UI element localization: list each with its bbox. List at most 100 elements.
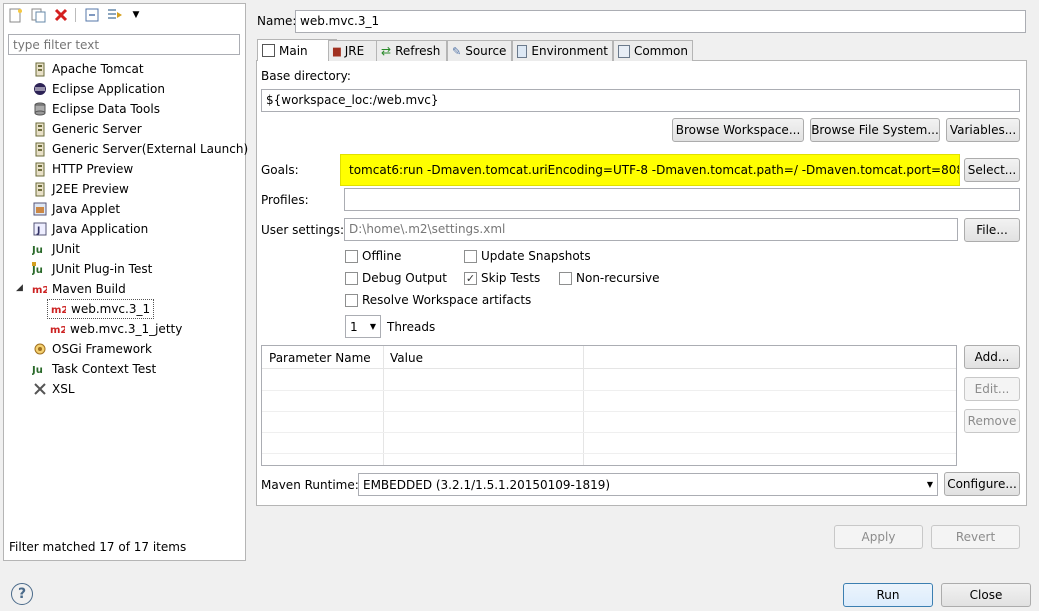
threads-label: Threads <box>387 320 436 334</box>
variables-button[interactable]: Variables... <box>946 118 1020 142</box>
value-header[interactable]: Value <box>390 351 423 365</box>
tree-item-label: OSGi Framework <box>52 342 152 356</box>
tree-item[interactable]: Generic Server(External Launch) <box>32 139 248 159</box>
browse-filesystem-button[interactable]: Browse File System... <box>810 118 940 142</box>
svg-text:m2: m2 <box>51 305 66 315</box>
base-dir-field[interactable]: ${workspace_loc:/web.mvc} <box>261 89 1020 112</box>
resolve-workspace-box[interactable] <box>345 293 358 307</box>
maven-icon: m2 <box>32 282 47 297</box>
configure-button[interactable]: Configure... <box>944 472 1020 496</box>
non-recursive-checkbox[interactable]: Non-recursive <box>559 271 660 285</box>
tree-item[interactable]: J2EE Preview <box>32 179 129 199</box>
row-divider <box>262 390 956 391</box>
tree-item[interactable]: OSGi Framework <box>32 339 152 359</box>
tree-item[interactable]: Eclipse Data Tools <box>32 99 160 119</box>
svg-text:m2: m2 <box>32 285 47 295</box>
threads-select[interactable]: 1 ▼ <box>345 315 381 338</box>
java-app-icon: J <box>32 222 47 237</box>
tree-item-label: Eclipse Application <box>52 82 165 96</box>
environment-tab-icon <box>517 44 528 58</box>
apply-button[interactable]: Apply <box>834 525 923 549</box>
server-icon <box>32 62 47 77</box>
tree-item[interactable]: Ju JUnit <box>32 239 80 259</box>
eclipse-icon <box>32 82 47 97</box>
debug-output-box[interactable] <box>345 271 358 285</box>
tree-item[interactable]: Eclipse Application <box>32 79 165 99</box>
file-button[interactable]: File... <box>964 218 1020 242</box>
source-tab-icon: ✎ <box>452 44 462 58</box>
user-settings-field[interactable]: D:\home\.m2\settings.xml <box>344 218 958 241</box>
tree-item[interactable]: Ju JUnit Plug-in Test <box>32 259 152 279</box>
row-divider <box>262 453 956 454</box>
svg-text:J: J <box>36 226 40 236</box>
junit-icon: Ju <box>32 362 47 377</box>
tree-item-label: web.mvc.3_1_jetty <box>70 322 183 336</box>
profiles-field[interactable] <box>344 188 1020 211</box>
tree-item[interactable]: J Java Application <box>32 219 148 239</box>
skip-tests-box[interactable]: ✓ <box>464 271 477 285</box>
close-button[interactable]: Close <box>941 583 1031 607</box>
base-dir-label: Base directory: <box>261 69 351 83</box>
maven-runtime-label: Maven Runtime: <box>261 478 359 492</box>
parameter-table[interactable]: Parameter Name Value <box>261 345 957 466</box>
debug-output-checkbox[interactable]: Debug Output <box>345 271 447 285</box>
offline-label: Offline <box>362 249 402 263</box>
update-snapshots-label: Update Snapshots <box>481 249 591 263</box>
server-icon <box>32 162 47 177</box>
goals-field[interactable]: tomcat6:run -Dmaven.tomcat.uriEncoding=U… <box>340 154 960 186</box>
svg-text:Ju: Ju <box>32 245 43 256</box>
tree-item[interactable]: Apache Tomcat <box>32 59 144 79</box>
browse-workspace-button[interactable]: Browse Workspace... <box>672 118 804 142</box>
tree-item-label: Generic Server(External Launch) <box>52 142 249 156</box>
expand-arrow-icon[interactable]: ◢ <box>16 283 23 293</box>
add-parameter-button[interactable]: Add... <box>964 345 1020 369</box>
tab-environment[interactable]: Environment <box>512 40 613 61</box>
update-snapshots-checkbox[interactable]: Update Snapshots <box>464 249 591 263</box>
duplicate-config-icon[interactable] <box>30 7 46 23</box>
tree-item[interactable]: Java Applet <box>32 199 120 219</box>
filter-icon[interactable] <box>107 7 123 23</box>
tree-item[interactable]: HTTP Preview <box>32 159 133 179</box>
dropdown-arrow-icon[interactable]: ▼ <box>128 7 144 23</box>
delete-config-icon[interactable] <box>53 7 69 23</box>
tab-source[interactable]: ✎ Source <box>447 40 512 61</box>
non-recursive-label: Non-recursive <box>576 271 660 285</box>
tab-main[interactable]: Main <box>257 39 337 61</box>
tree-item[interactable]: m2 web.mvc.3_1_jetty <box>50 319 182 339</box>
remove-parameter-button[interactable]: Remove <box>964 409 1020 433</box>
tree-item[interactable]: XSL <box>32 379 75 399</box>
offline-checkbox[interactable]: Offline <box>345 249 401 263</box>
jre-tab-icon: ▆ <box>333 45 341 57</box>
name-field[interactable]: web.mvc.3_1 <box>295 10 1026 33</box>
help-icon[interactable]: ? <box>11 583 33 605</box>
tree-item-label: Java Applet <box>52 202 121 216</box>
junit-plugin-icon: Ju <box>32 262 47 277</box>
run-button[interactable]: Run <box>843 583 933 607</box>
select-goals-button[interactable]: Select... <box>964 158 1020 182</box>
resolve-workspace-label: Resolve Workspace artifacts <box>362 293 532 307</box>
tab-common[interactable]: Common <box>613 40 693 61</box>
tab-refresh[interactable]: ⇄ Refresh <box>376 40 447 61</box>
revert-button[interactable]: Revert <box>931 525 1020 549</box>
maven-runtime-select[interactable]: EMBEDDED (3.2.1/1.5.1.20150109-1819) ▼ <box>358 473 938 496</box>
non-recursive-box[interactable] <box>559 271 572 285</box>
row-divider <box>262 432 956 433</box>
update-snapshots-box[interactable] <box>464 249 477 263</box>
refresh-tab-icon: ⇄ <box>381 44 392 58</box>
main-tab-icon <box>262 44 275 57</box>
chevron-down-icon: ▼ <box>926 480 933 489</box>
skip-tests-checkbox[interactable]: ✓ Skip Tests <box>464 271 540 285</box>
offline-box[interactable] <box>345 249 358 263</box>
collapse-all-icon[interactable] <box>84 7 100 23</box>
tree-item[interactable]: m2 Maven Build <box>32 279 126 299</box>
resolve-workspace-checkbox[interactable]: Resolve Workspace artifacts <box>345 293 531 307</box>
debug-output-label: Debug Output <box>362 271 447 285</box>
tree-item[interactable]: Ju Task Context Test <box>32 359 156 379</box>
new-config-icon[interactable] <box>8 7 24 23</box>
tree-item[interactable]: Generic Server <box>32 119 142 139</box>
param-name-header[interactable]: Parameter Name <box>269 351 371 365</box>
filter-input[interactable] <box>8 34 240 55</box>
tree-item[interactable]: m2 web.mvc.3_1 <box>47 299 155 319</box>
edit-parameter-button[interactable]: Edit... <box>964 377 1020 401</box>
tab-jre-label: JRE <box>344 44 365 58</box>
